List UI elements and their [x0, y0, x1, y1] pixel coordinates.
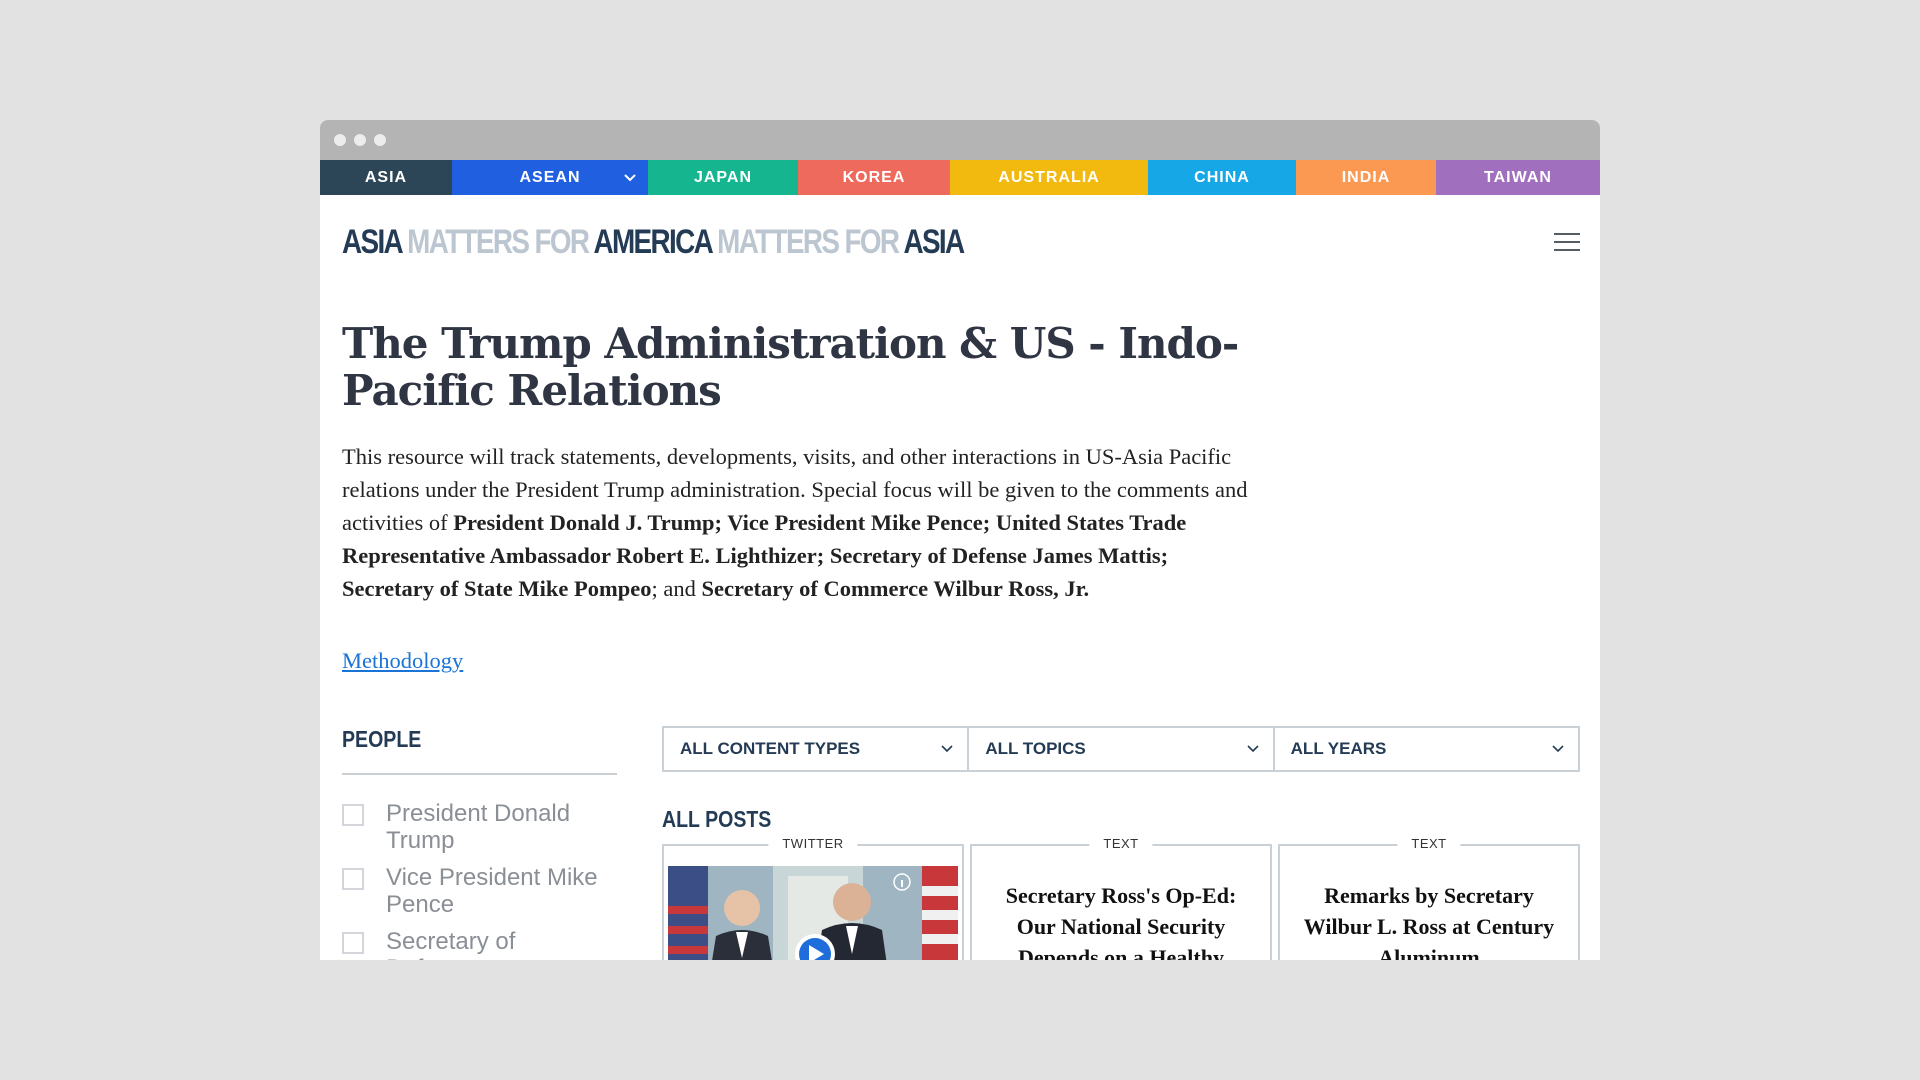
- logo-part: ASIA: [903, 223, 965, 261]
- filter-bar: ALL CONTENT TYPES ALL TOPICS ALL YEARS: [662, 726, 1580, 772]
- intro-bold-text: Secretary of Commerce Wilbur Ross, Jr.: [701, 576, 1090, 601]
- page-title: The Trump Administration & US - Indo-Pac…: [342, 319, 1239, 415]
- filter-label: ALL YEARS: [1290, 739, 1387, 758]
- nav-tab-asean[interactable]: ASEAN: [452, 160, 648, 195]
- logo-part: MATTERS FOR: [407, 223, 590, 261]
- post-type-label: TEXT: [1397, 836, 1461, 851]
- nav-tab-asia[interactable]: ASIA: [320, 160, 452, 195]
- post-type-label: TEXT: [1089, 836, 1153, 851]
- browser-window: ASIA ASEAN JAPAN KOREA AUSTRALIA CHINA I…: [320, 120, 1600, 960]
- nav-tab-taiwan[interactable]: TAIWAN: [1436, 160, 1600, 195]
- checkbox[interactable]: [342, 932, 364, 954]
- post-type-label: TWITTER: [768, 836, 858, 851]
- people-heading: PEOPLE: [342, 726, 422, 752]
- video-still-image: [668, 866, 958, 960]
- people-filter-label[interactable]: President Donald Trump: [386, 800, 606, 854]
- nav-tab-label: JAPAN: [693, 168, 753, 186]
- people-filter-label[interactable]: Secretary of Defense: [386, 928, 606, 960]
- divider: [342, 773, 617, 775]
- nav-tab-label: ASEAN: [519, 168, 581, 186]
- filter-label: ALL TOPICS: [985, 739, 1086, 758]
- window-minimize-dot[interactable]: [354, 134, 366, 146]
- nav-tab-label: AUSTRALIA: [998, 168, 1100, 186]
- country-nav: ASIA ASEAN JAPAN KOREA AUSTRALIA CHINA I…: [320, 160, 1600, 195]
- masthead: ASIA MATTERS FOR AMERICA MATTERS FOR ASI…: [320, 195, 1600, 291]
- site-logo[interactable]: ASIA MATTERS FOR AMERICA MATTERS FOR ASI…: [342, 223, 965, 262]
- content-type-select[interactable]: ALL CONTENT TYPES: [664, 728, 970, 770]
- years-select[interactable]: ALL YEARS: [1275, 728, 1578, 770]
- post-card[interactable]: TWITTER: [662, 836, 964, 960]
- post-title[interactable]: Remarks by Secretary Wilbur L. Ross at C…: [1300, 880, 1558, 960]
- post-card[interactable]: TEXT Remarks by Secretary Wilbur L. Ross…: [1278, 836, 1580, 960]
- nav-tab-label: INDIA: [1341, 168, 1391, 186]
- nav-tab-india[interactable]: INDIA: [1296, 160, 1436, 195]
- chevron-down-icon: [1247, 745, 1259, 753]
- hamburger-menu-icon[interactable]: [1554, 233, 1580, 255]
- nav-tab-label: ASIA: [364, 168, 408, 186]
- post-card[interactable]: TEXT Secretary Ross's Op-Ed: Our Nationa…: [970, 836, 1272, 960]
- topics-select[interactable]: ALL TOPICS: [969, 728, 1275, 770]
- filter-label: ALL CONTENT TYPES: [680, 739, 861, 758]
- chevron-down-icon: [941, 745, 953, 753]
- nav-tab-label: KOREA: [842, 168, 906, 186]
- video-thumbnail[interactable]: [668, 866, 958, 960]
- nav-tab-australia[interactable]: AUSTRALIA: [950, 160, 1148, 195]
- window-maximize-dot[interactable]: [374, 134, 386, 146]
- window-close-dot[interactable]: [334, 134, 346, 146]
- logo-part: MATTERS FOR: [717, 223, 900, 261]
- all-posts-heading: ALL POSTS: [662, 806, 772, 832]
- logo-part: ASIA: [342, 223, 403, 261]
- nav-tab-label: TAIWAN: [1484, 168, 1552, 186]
- browser-chrome: [320, 120, 1600, 160]
- people-filter-item: Vice President Mike Pence: [342, 864, 606, 918]
- methodology-link[interactable]: Methodology: [342, 648, 463, 674]
- nav-tab-china[interactable]: CHINA: [1148, 160, 1296, 195]
- people-filter-item: President Donald Trump: [342, 800, 606, 854]
- nav-tab-korea[interactable]: KOREA: [798, 160, 950, 195]
- people-filter-label[interactable]: Vice President Mike Pence: [386, 864, 606, 918]
- people-filter-item: Secretary of Defense: [342, 928, 606, 960]
- chevron-down-icon[interactable]: [622, 169, 638, 185]
- nav-tab-label: CHINA: [1194, 168, 1250, 186]
- post-title[interactable]: Secretary Ross's Op-Ed: Our National Sec…: [992, 880, 1250, 960]
- nav-tab-japan[interactable]: JAPAN: [648, 160, 798, 195]
- intro-paragraph: This resource will track statements, dev…: [342, 440, 1262, 605]
- checkbox[interactable]: [342, 868, 364, 890]
- checkbox[interactable]: [342, 804, 364, 826]
- intro-text: ; and: [651, 576, 702, 601]
- chevron-down-icon: [1552, 745, 1564, 753]
- logo-part: AMERICA: [593, 223, 712, 261]
